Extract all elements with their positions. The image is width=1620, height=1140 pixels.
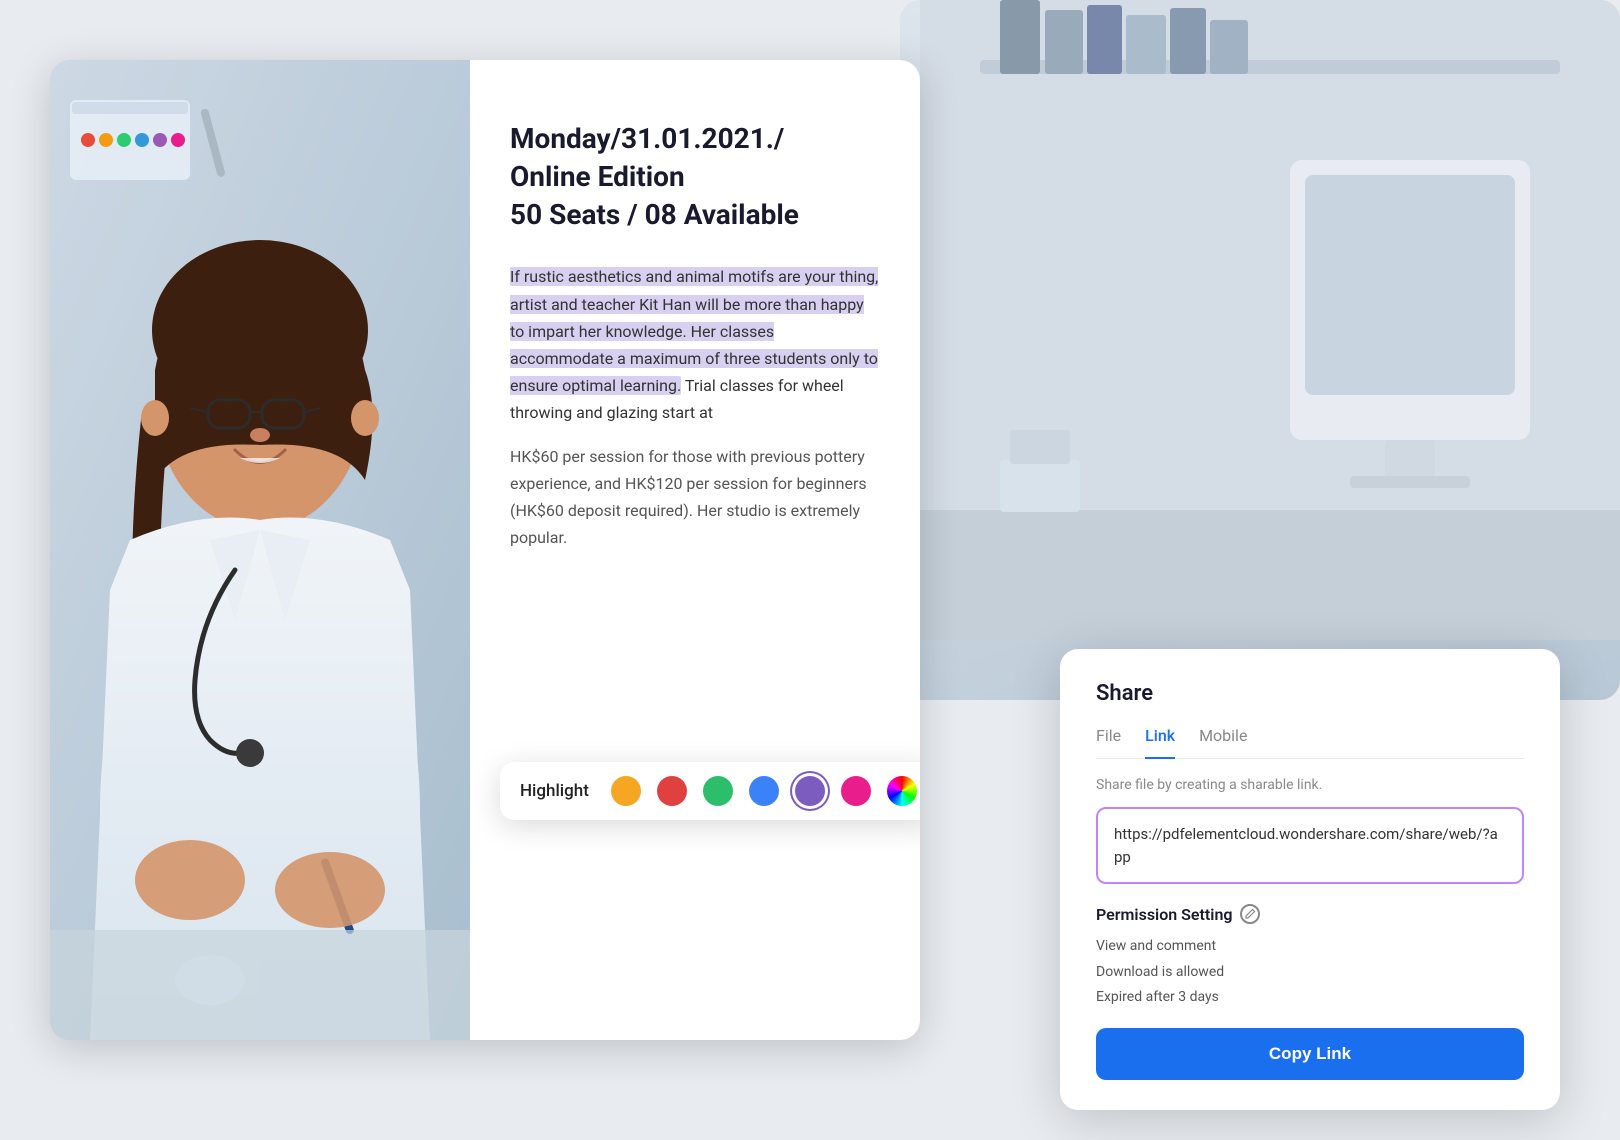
color-yellow[interactable]	[611, 776, 641, 806]
tab-link[interactable]: Link	[1145, 726, 1175, 759]
price-line-3: (HK$60 deposit required). Her studio is …	[510, 501, 860, 520]
color-purple[interactable]	[795, 776, 825, 806]
document-viewer: Monday/31.01.2021./ Online Edition 50 Se…	[50, 60, 920, 1040]
price-line-2: experience, and HK$120 per session for b…	[510, 474, 867, 493]
highlight-toolbar: Highlight	[500, 762, 920, 820]
color-red[interactable]	[657, 776, 687, 806]
copy-link-button[interactable]: Copy Link	[1096, 1028, 1524, 1080]
permission-item-0: View and comment	[1096, 934, 1524, 959]
permission-title: Permission Setting	[1096, 905, 1232, 924]
color-blue[interactable]	[749, 776, 779, 806]
color-pink[interactable]	[841, 776, 871, 806]
price-line-4: popular.	[510, 528, 567, 547]
permission-header: Permission Setting	[1096, 904, 1524, 924]
color-green[interactable]	[703, 776, 733, 806]
permission-section: Permission Setting View and comment Down…	[1096, 904, 1524, 1010]
doc-body: If rustic aesthetics and animal motifs a…	[510, 263, 880, 426]
highlight-label: Highlight	[520, 781, 589, 801]
share-link-url[interactable]: https://pdfelementcloud.wondershare.com/…	[1096, 807, 1524, 884]
share-tabs: File Link Mobile	[1096, 726, 1524, 759]
background-scene	[900, 0, 1620, 700]
price-line-1: HK$60 per session for those with previou…	[510, 447, 865, 466]
document-content: Monday/31.01.2021./ Online Edition 50 Se…	[470, 60, 920, 1040]
document-image-panel	[50, 60, 470, 1040]
share-panel: Share File Link Mobile Share file by cre…	[1060, 649, 1560, 1110]
edit-icon	[1244, 908, 1256, 920]
doc-title: Monday/31.01.2021./ Online Edition 50 Se…	[510, 120, 880, 233]
permission-edit-icon[interactable]	[1240, 904, 1260, 924]
share-subtitle: Share file by creating a sharable link.	[1096, 777, 1524, 793]
tab-mobile[interactable]: Mobile	[1199, 726, 1247, 759]
share-title: Share	[1096, 681, 1524, 706]
background-illustration	[920, 0, 1620, 640]
permission-item-1: Download is allowed	[1096, 960, 1524, 985]
doctor-image	[50, 60, 470, 1040]
doc-price-lines: HK$60 per session for those with previou…	[510, 443, 880, 552]
permission-item-2: Expired after 3 days	[1096, 985, 1524, 1010]
color-rainbow[interactable]	[887, 776, 917, 806]
tab-file[interactable]: File	[1096, 726, 1121, 759]
